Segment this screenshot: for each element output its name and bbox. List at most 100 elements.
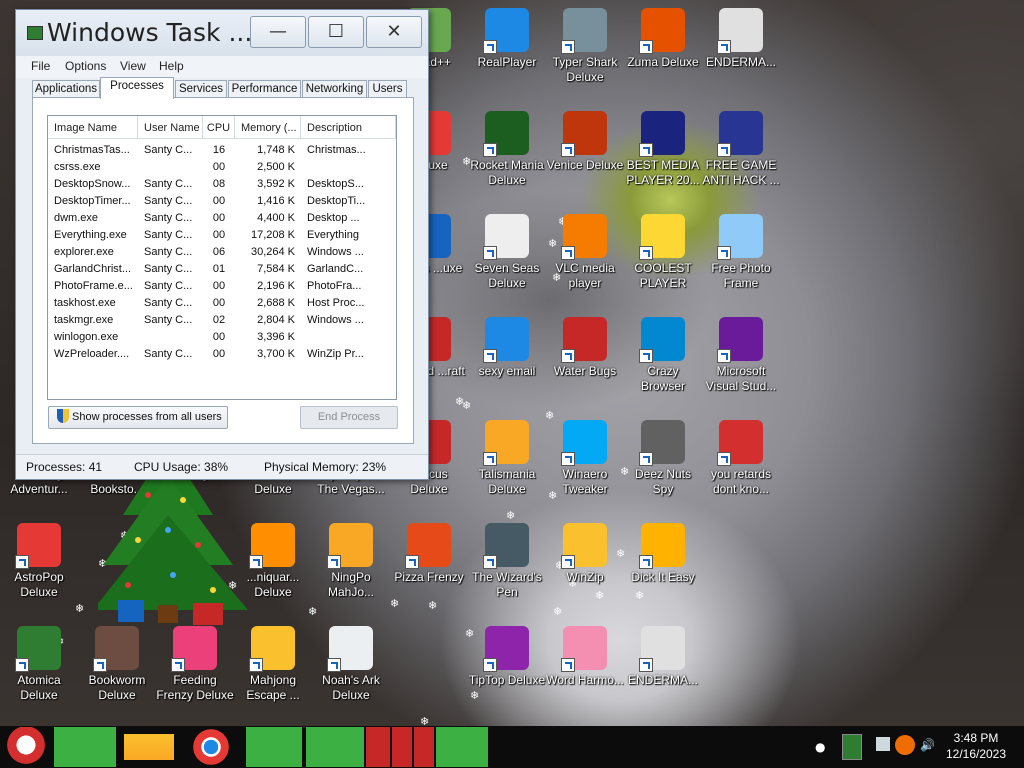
- tree-app-icon[interactable]: [392, 727, 412, 767]
- tray-app-icon[interactable]: [842, 734, 862, 760]
- menu-view[interactable]: View: [120, 59, 146, 73]
- process-row[interactable]: dwm.exe Santy C... 00 4,400 K Desktop ...: [48, 210, 396, 227]
- vlc-cone-icon: [561, 214, 607, 260]
- folder-icon[interactable]: [124, 734, 174, 760]
- gondola-icon: [561, 111, 607, 157]
- menu-help[interactable]: Help: [159, 59, 184, 73]
- desktop-icon[interactable]: Dick It Easy: [624, 523, 702, 585]
- atomica-icon: [15, 626, 61, 672]
- shortcut-arrow-icon: [483, 452, 497, 466]
- list-header: Image Name User Name CPU Memory (... Des…: [48, 116, 396, 139]
- desktop-icon[interactable]: RealPlayer: [468, 8, 546, 70]
- firefox-icon[interactable]: [54, 727, 116, 767]
- process-row[interactable]: taskmgr.exe Santy C... 02 2,804 K Windows ..…: [48, 312, 396, 329]
- desktop-icon[interactable]: Water Bugs: [546, 317, 624, 379]
- desktop-icon[interactable]: Rocket Mania Deluxe: [468, 111, 546, 188]
- tab-users[interactable]: Users: [368, 80, 407, 98]
- desktop-icon[interactable]: Free Photo Frame: [702, 214, 780, 291]
- column-memory[interactable]: Memory (...: [235, 116, 301, 138]
- process-row[interactable]: WzPreloader.... Santy C... 00 3,700 K WinZip…: [48, 346, 396, 363]
- user-name-cell: Santy C...: [144, 314, 193, 326]
- tree-app-icon[interactable]: [366, 727, 390, 767]
- process-row[interactable]: DesktopSnow... Santy C... 08 3,592 K Desktop…: [48, 176, 396, 193]
- tree-app-icon[interactable]: [414, 727, 434, 767]
- process-row[interactable]: explorer.exe Santy C... 06 30,264 K Windows …: [48, 244, 396, 261]
- show-all-processes-button[interactable]: Show processes from all users: [48, 406, 228, 429]
- end-process-button[interactable]: End Process: [300, 406, 398, 429]
- process-row[interactable]: GarlandChrist... Santy C... 01 7,584 K Garla…: [48, 261, 396, 278]
- desktop-icon[interactable]: The Wizard's Pen: [468, 523, 546, 600]
- show-hidden-icon[interactable]: ●: [815, 740, 825, 754]
- santa-start-icon[interactable]: [4, 727, 48, 767]
- process-row[interactable]: winlogon.exe 00 3,396 K: [48, 329, 396, 346]
- desktop-icon[interactable]: Microsoft Visual Stud...: [702, 317, 780, 394]
- clock[interactable]: 3:48 PM 12/16/2023: [938, 730, 1014, 762]
- shortcut-arrow-icon: [639, 452, 653, 466]
- desktop-icon[interactable]: you retards dont kno...: [702, 420, 780, 497]
- tab-networking[interactable]: Networking: [302, 80, 367, 98]
- process-row[interactable]: csrss.exe 00 2,500 K: [48, 159, 396, 176]
- desktop-icon[interactable]: Noah's Ark Deluxe: [312, 626, 390, 703]
- desktop-icon[interactable]: Deez Nuts Spy: [624, 420, 702, 497]
- desktop-icon[interactable]: AstroPop Deluxe: [0, 523, 78, 600]
- close-button[interactable]: ✕: [366, 16, 422, 48]
- rocket-icon: [483, 111, 529, 157]
- tab-services[interactable]: Services: [175, 80, 227, 98]
- desktop-icon[interactable]: BEST MEDIA PLAYER 20...: [624, 111, 702, 188]
- column-image-name[interactable]: Image Name: [48, 116, 138, 138]
- tab-processes[interactable]: Processes: [100, 77, 174, 99]
- desktop-icon[interactable]: Crazy Browser: [624, 317, 702, 394]
- shortcut-arrow-icon: [93, 658, 107, 672]
- desktop-icon[interactable]: TipTop Deluxe: [468, 626, 546, 688]
- desktop-icon[interactable]: COOLEST PLAYER: [624, 214, 702, 291]
- desktop-icon-label: Bookworm Deluxe: [88, 673, 146, 702]
- process-row[interactable]: PhotoFrame.e... Santy C... 00 2,196 K PhotoF…: [48, 278, 396, 295]
- desktop-icon[interactable]: VLC media player: [546, 214, 624, 291]
- desktop-icon[interactable]: sexy email: [468, 317, 546, 379]
- process-row[interactable]: DesktopTimer... Santy C... 00 1,416 K Deskto…: [48, 193, 396, 210]
- minimize-button[interactable]: —: [250, 16, 306, 48]
- desktop-icon-label: RealPlayer: [477, 55, 537, 69]
- desktop-icon[interactable]: Typer Shark Deluxe: [546, 8, 624, 85]
- firefox-tray-icon[interactable]: [895, 735, 915, 755]
- tab-performance[interactable]: Performance: [228, 80, 301, 98]
- volume-icon[interactable]: 🔊: [920, 738, 935, 752]
- image-name-cell: dwm.exe: [54, 212, 99, 224]
- desktop-icon[interactable]: ENDERMA...: [624, 626, 702, 688]
- process-row[interactable]: Everything.exe Santy C... 00 17,208 K Everyt…: [48, 227, 396, 244]
- maximize-button[interactable]: ☐: [308, 16, 364, 48]
- shortcut-arrow-icon: [639, 349, 653, 363]
- menu-bar: File Options View Help: [16, 56, 428, 78]
- column-cpu[interactable]: CPU: [203, 116, 235, 138]
- desktop-icon[interactable]: Talismania Deluxe: [468, 420, 546, 497]
- desktop-icon-label: Seven Seas Deluxe: [474, 261, 540, 290]
- xm-player-icon: [639, 111, 685, 157]
- task-manager-window[interactable]: Windows Task ... — ☐ ✕ File Options View…: [15, 9, 429, 480]
- desktop-icon[interactable]: Seven Seas Deluxe: [468, 214, 546, 291]
- desktop-icon[interactable]: NingPo MahJo...: [312, 523, 390, 600]
- description-cell: DesktopTi...: [307, 195, 366, 207]
- control-panel-icon[interactable]: [246, 727, 302, 767]
- desktop-icon[interactable]: ENDERMA...: [702, 8, 780, 70]
- column-user-name[interactable]: User Name: [138, 116, 203, 138]
- task-manager-icon[interactable]: [306, 727, 364, 767]
- process-row[interactable]: ChristmasTas... Santy C... 16 1,748 K Christ…: [48, 142, 396, 159]
- desktop-icon[interactable]: Word Harmo...: [546, 626, 624, 688]
- menu-options[interactable]: Options: [65, 59, 106, 73]
- menu-file[interactable]: File: [31, 59, 50, 73]
- desktop-icon[interactable]: FREE GAME ANTI HACK ...: [702, 111, 780, 188]
- desktop-icon[interactable]: Atomica Deluxe: [0, 626, 78, 703]
- process-list[interactable]: Image Name User Name CPU Memory (... Des…: [47, 115, 397, 400]
- desktop-icon[interactable]: Zuma Deluxe: [624, 8, 702, 70]
- tab-applications[interactable]: Applications: [32, 80, 100, 98]
- desktop-icon[interactable]: WinZip: [546, 523, 624, 585]
- desktop-icon[interactable]: Pizza Frenzy: [390, 523, 468, 585]
- chrome-icon[interactable]: [186, 727, 236, 767]
- desktop-icon[interactable]: Winaero Tweaker: [546, 420, 624, 497]
- network-icon[interactable]: [876, 737, 890, 751]
- task-manager-icon[interactable]: [436, 727, 488, 767]
- column-description[interactable]: Description: [301, 116, 396, 138]
- process-row[interactable]: taskhost.exe Santy C... 00 2,688 K Host Proc…: [48, 295, 396, 312]
- desktop-icon[interactable]: Venice Deluxe: [546, 111, 624, 173]
- title-bar[interactable]: Windows Task ... — ☐ ✕: [16, 10, 428, 56]
